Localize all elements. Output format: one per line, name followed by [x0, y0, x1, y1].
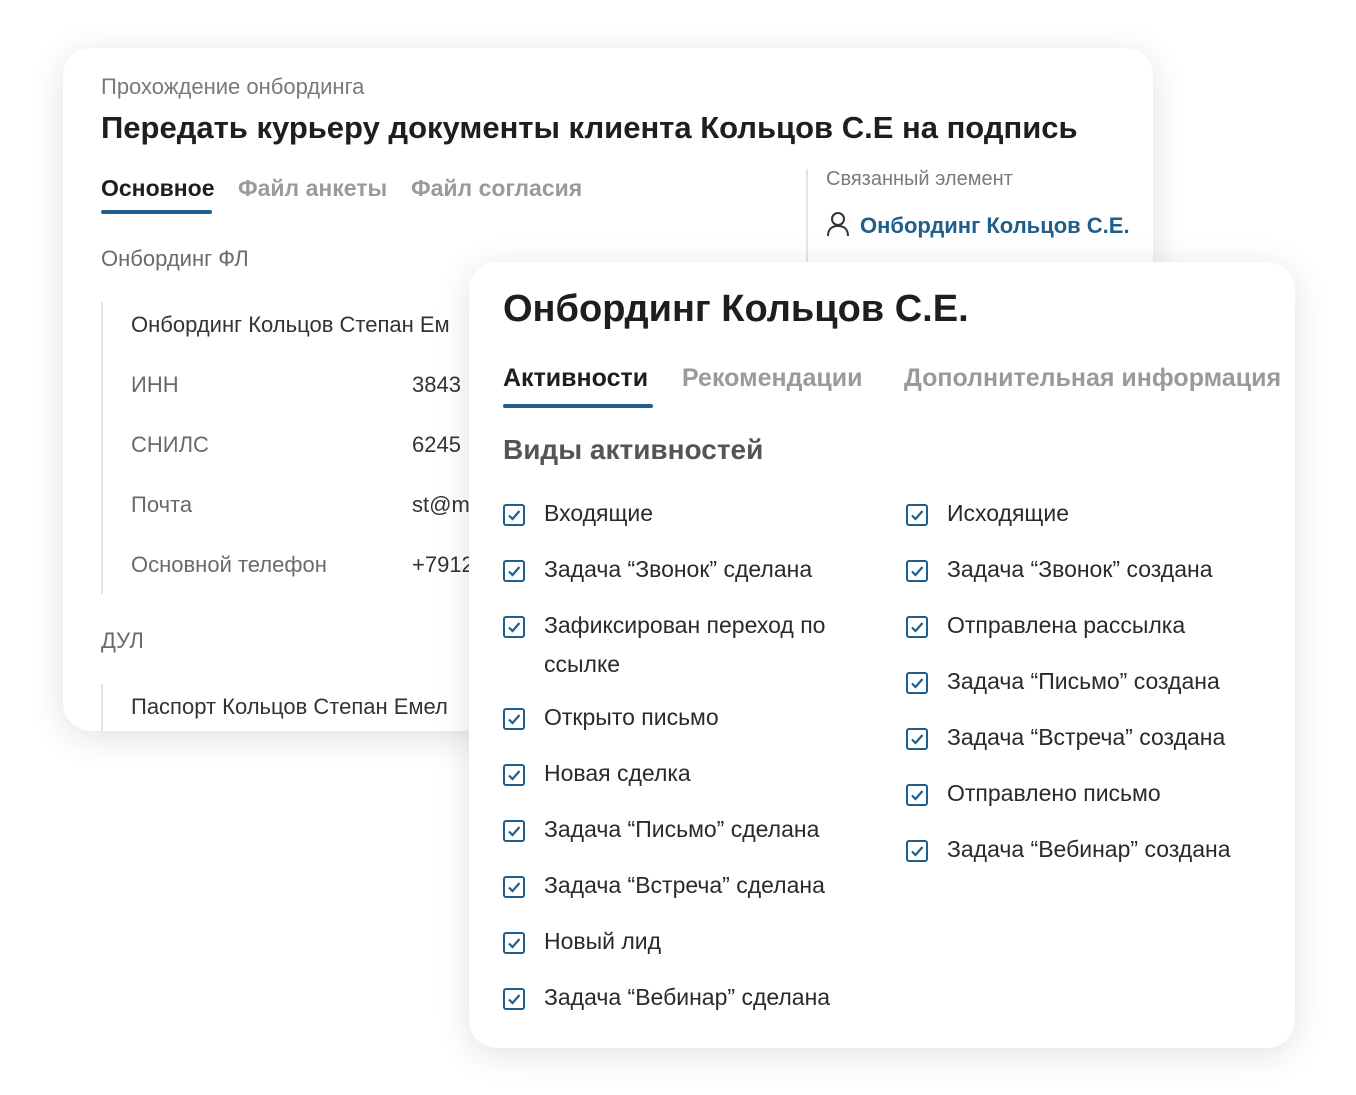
- active-tab-indicator: [101, 210, 212, 214]
- checkmark-icon: [911, 510, 924, 521]
- passport-link[interactable]: Паспорт Кольцов Степан Емел: [131, 694, 448, 720]
- onboarding-title: Онбординг Кольцов С.Е.: [503, 288, 969, 330]
- phone-label: Основной телефон: [131, 552, 327, 577]
- checkmark-icon: [508, 566, 521, 577]
- checkmark-icon: [508, 510, 521, 521]
- checkbox[interactable]: [503, 820, 525, 842]
- related-element-label: Онбординг Кольцов С.Е.: [860, 213, 1130, 238]
- activity-types-heading: Виды активностей: [503, 434, 764, 465]
- task-title: Передать курьеру документы клиента Кольц…: [101, 110, 1078, 145]
- checkbox[interactable]: [503, 504, 525, 526]
- checkbox-item[interactable]: Отправлена рассылка: [906, 612, 1185, 645]
- tab-additional-info[interactable]: Дополнительная информация: [904, 364, 1281, 393]
- checkbox-item[interactable]: Задача “Звонок” создана: [906, 556, 1213, 589]
- checkbox[interactable]: [503, 988, 525, 1010]
- checkmark-icon: [911, 566, 924, 577]
- checkbox-label: Отправлено письмо: [947, 780, 1161, 806]
- checkbox-label: Исходящие: [947, 500, 1069, 526]
- checkbox-item[interactable]: Задача “Вебинар” сделана: [503, 984, 830, 1017]
- checkbox[interactable]: [906, 840, 928, 862]
- checkbox-item[interactable]: Задача “Встреча” создана: [906, 724, 1225, 757]
- breadcrumb[interactable]: Прохождение онбординга: [101, 74, 364, 100]
- checkbox[interactable]: [906, 560, 928, 582]
- checkmark-icon: [911, 734, 924, 745]
- checkbox[interactable]: [906, 616, 928, 638]
- checkbox-item[interactable]: Задача “Вебинар” создана: [906, 836, 1230, 869]
- checkbox-label: Задача “Письмо” сделана: [544, 816, 820, 842]
- inn-value: 3843: [412, 372, 461, 397]
- checkmark-icon: [508, 882, 521, 893]
- checkbox-item[interactable]: Открыто письмо: [503, 704, 719, 737]
- checkbox[interactable]: [906, 504, 928, 526]
- checkbox-label: Входящие: [544, 500, 654, 526]
- checkbox-item[interactable]: Новый лид: [503, 928, 661, 961]
- checkbox-item[interactable]: Новая сделка: [503, 760, 691, 793]
- tab-consent-file[interactable]: Файл согласия: [411, 175, 582, 202]
- checkmark-icon: [508, 938, 521, 949]
- checkbox-item[interactable]: Задача “Письмо” сделана: [503, 816, 819, 849]
- checkmark-icon: [911, 846, 924, 857]
- checkmark-icon: [508, 770, 521, 781]
- active-tab-indicator: [503, 404, 653, 408]
- checkbox-item[interactable]: Отправлено письмо: [906, 780, 1161, 813]
- panel-divider: [806, 169, 808, 269]
- dul-block-border: [101, 684, 103, 731]
- tab-recommendations[interactable]: Рекомендации: [682, 364, 862, 393]
- related-element-link[interactable]: Онбординг Кольцов С.Е.: [826, 211, 1130, 239]
- checkbox-label: Задача “Вебинар” создана: [947, 836, 1231, 862]
- related-element-title: Связанный элемент: [826, 168, 1013, 190]
- checkmark-icon: [911, 678, 924, 689]
- tab-activities[interactable]: Активности: [503, 364, 648, 393]
- checkbox-label: Задача “Звонок” создана: [947, 556, 1213, 582]
- tab-main[interactable]: Основное: [101, 175, 215, 202]
- checkmark-icon: [911, 622, 924, 633]
- checkbox-label: Отправлена рассылка: [947, 612, 1186, 638]
- checkbox-item[interactable]: Исходящие: [906, 500, 1069, 533]
- checkbox-item[interactable]: Задача “Звонок” сделана: [503, 556, 812, 589]
- checkbox[interactable]: [503, 560, 525, 582]
- checkbox-label: Новая сделка: [544, 760, 691, 786]
- checkmark-icon: [508, 826, 521, 837]
- checkbox[interactable]: [503, 616, 525, 638]
- checkbox[interactable]: [906, 784, 928, 806]
- snils-label: СНИЛС: [131, 432, 209, 457]
- checkmark-icon: [911, 790, 924, 801]
- section-onboarding-label: Онбординг ФЛ: [101, 246, 249, 271]
- person-icon: [827, 212, 849, 237]
- checkbox-label: Задача “Звонок” сделана: [544, 556, 813, 582]
- checkmark-icon: [508, 994, 521, 1005]
- checkbox[interactable]: [906, 728, 928, 750]
- checkbox-item[interactable]: Задача “Встреча” сделана: [503, 872, 825, 905]
- checkmark-icon: [508, 714, 521, 725]
- checkbox-item[interactable]: Входящие: [503, 500, 653, 533]
- checkbox[interactable]: [906, 672, 928, 694]
- inn-label: ИНН: [131, 372, 179, 397]
- checkbox-label: Зафиксирован переход по ссылке: [544, 612, 826, 677]
- snils-value: 6245: [412, 432, 461, 457]
- checkbox-label: Открыто письмо: [544, 704, 719, 730]
- checkbox-item[interactable]: Задача “Письмо” создана: [906, 668, 1220, 701]
- onboarding-card: Онбординг Кольцов С.Е. Активности Рекоме…: [469, 262, 1295, 1048]
- email-label: Почта: [131, 492, 193, 517]
- checkbox-label: Задача “Письмо” создана: [947, 668, 1220, 694]
- section-dul-label: ДУЛ: [101, 628, 144, 653]
- checkbox-label: Задача “Вебинар” сделана: [544, 984, 831, 1010]
- tab-questionnaire-file[interactable]: Файл анкеты: [238, 175, 387, 202]
- checkmark-icon: [508, 622, 521, 633]
- checkbox-label: Задача “Встреча” сделана: [544, 872, 825, 898]
- email-value: st@m: [412, 492, 470, 517]
- checkbox[interactable]: [503, 932, 525, 954]
- checkbox-label: Новый лид: [544, 928, 662, 954]
- checkbox[interactable]: [503, 764, 525, 786]
- checkbox-label: Задача “Встреча” создана: [947, 724, 1226, 750]
- checkbox-item[interactable]: Зафиксирован переход по ссылке: [503, 612, 844, 684]
- onboarding-client-link[interactable]: Онбординг Кольцов Степан Ем: [131, 312, 450, 338]
- onboarding-block-border: [101, 302, 103, 594]
- checkbox[interactable]: [503, 876, 525, 898]
- phone-value-link[interactable]: +7912: [412, 552, 474, 578]
- checkbox[interactable]: [503, 708, 525, 730]
